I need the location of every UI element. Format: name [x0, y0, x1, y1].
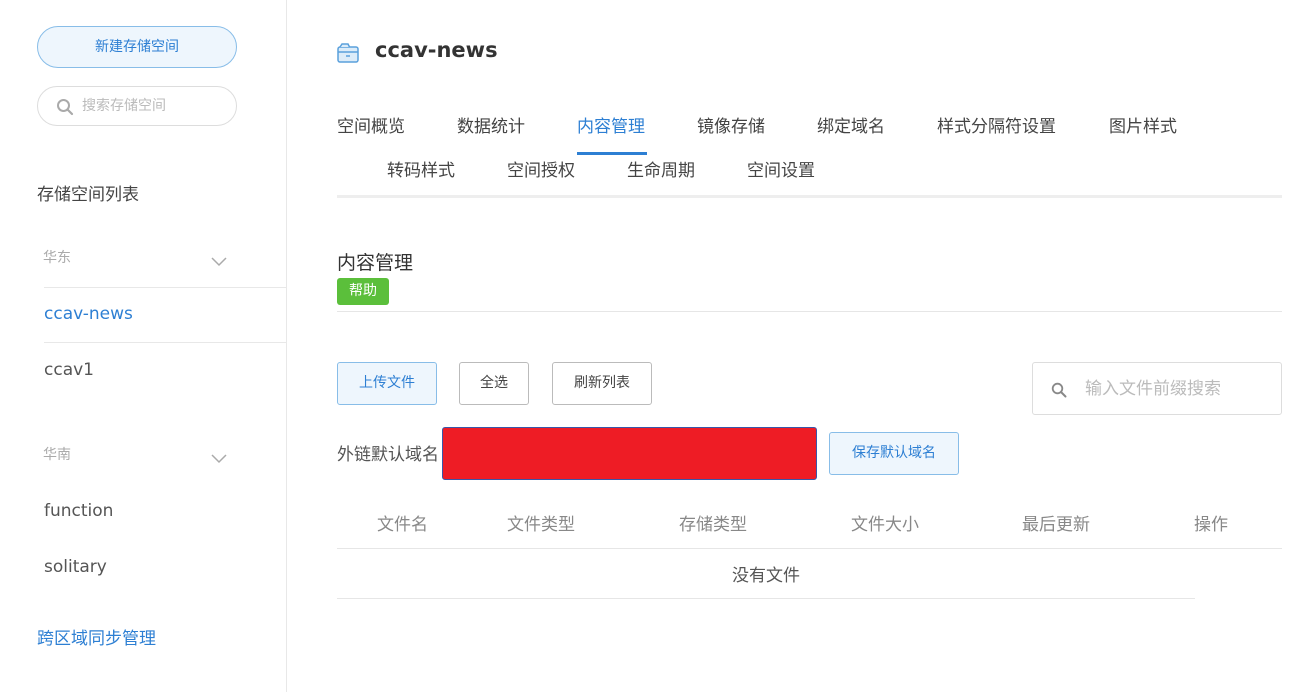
refresh-list-button[interactable]: 刷新列表: [552, 362, 652, 405]
column-header-file-size[interactable]: 文件大小: [851, 510, 919, 535]
empty-state-text: 没有文件: [732, 566, 800, 586]
tab-lifecycle[interactable]: 生命周期: [627, 156, 695, 181]
tab-image-style[interactable]: 图片样式: [1109, 112, 1177, 137]
region-label: 华东: [43, 250, 71, 266]
region-south[interactable]: 华南: [43, 443, 243, 467]
column-header-storage-type[interactable]: 存储类型: [679, 510, 747, 535]
bucket-list-title: 存储空间列表: [37, 185, 139, 205]
chevron-down-icon[interactable]: [211, 448, 227, 472]
table-header-divider: [337, 548, 1282, 549]
sidebar: 新建存储空间 搜索存储空间 存储空间列表 华东 ccav-news ccav1 …: [0, 0, 287, 692]
default-domain-select[interactable]: [442, 427, 817, 480]
divider: [44, 287, 287, 288]
tab-content-management[interactable]: 内容管理: [577, 112, 645, 137]
upload-file-button[interactable]: 上传文件: [337, 362, 437, 405]
sidebar-item-ccav1[interactable]: ccav1: [44, 360, 94, 380]
column-header-actions: 操作: [1194, 515, 1228, 535]
page-title: ccav-news: [375, 38, 498, 62]
tab-style-separator[interactable]: 样式分隔符设置: [937, 112, 1056, 137]
active-tab-indicator: [577, 152, 647, 155]
column-header-filename[interactable]: 文件名: [377, 510, 428, 535]
divider: [44, 342, 287, 343]
region-east[interactable]: 华东: [43, 246, 243, 270]
tab-settings[interactable]: 空间设置: [747, 156, 815, 181]
search-icon: [1051, 382, 1067, 402]
chevron-down-icon[interactable]: [211, 251, 227, 275]
tab-bind-domain[interactable]: 绑定域名: [817, 112, 885, 137]
main-content: ccav-news 空间概览 数据统计 内容管理 镜像存储 绑定域名 样式分隔符…: [337, 0, 1282, 692]
bucket-search-input[interactable]: 搜索存储空间: [37, 86, 237, 126]
divider: [337, 598, 1195, 599]
tab-authorization[interactable]: 空间授权: [507, 156, 575, 181]
column-header-last-updated[interactable]: 最后更新: [1022, 510, 1090, 535]
search-icon: [56, 98, 74, 120]
section-title: 内容管理: [337, 252, 414, 274]
sidebar-item-solitary[interactable]: solitary: [44, 557, 107, 577]
sidebar-item-ccav-news[interactable]: ccav-news: [44, 304, 133, 324]
file-search-placeholder: 输入文件前缀搜索: [1085, 379, 1221, 399]
file-search-input[interactable]: 输入文件前缀搜索: [1032, 362, 1282, 415]
cross-region-sync-link[interactable]: 跨区域同步管理: [37, 624, 156, 649]
tab-overview[interactable]: 空间概览: [337, 112, 405, 137]
column-header-file-type[interactable]: 文件类型: [507, 510, 575, 535]
default-domain-label: 外链默认域名: [337, 445, 439, 465]
divider: [337, 311, 1282, 312]
tab-statistics[interactable]: 数据统计: [457, 112, 525, 137]
help-button[interactable]: 帮助: [337, 278, 389, 305]
tabs-divider: [337, 195, 1282, 198]
save-default-domain-button[interactable]: 保存默认域名: [829, 432, 959, 475]
tab-transcode-style[interactable]: 转码样式: [387, 156, 455, 181]
tab-mirror-storage[interactable]: 镜像存储: [697, 112, 765, 137]
bucket-search-placeholder: 搜索存储空间: [82, 98, 166, 114]
region-label: 华南: [43, 447, 71, 463]
new-bucket-button[interactable]: 新建存储空间: [37, 26, 237, 68]
select-all-button[interactable]: 全选: [459, 362, 529, 405]
bucket-icon: [337, 42, 359, 68]
sidebar-item-function[interactable]: function: [44, 501, 113, 521]
